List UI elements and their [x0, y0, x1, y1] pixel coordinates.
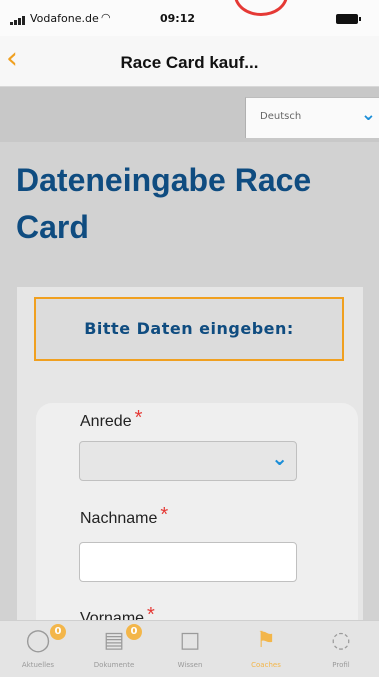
tab-label: Coaches [251, 661, 281, 669]
tab-profil[interactable]: ◌ Profil [303, 621, 379, 677]
page-title: Dateneingabe Race Card [16, 162, 312, 245]
required-mark: * [160, 504, 169, 526]
tab-bar: ◯ 0 Aktuelles ▤ 0 Dokumente □ Wissen ⚑ C… [0, 620, 379, 677]
annotation-circle [234, 0, 288, 16]
tab-badge: 0 [126, 624, 142, 640]
language-selected: Deutsch [260, 111, 302, 122]
required-mark: * [134, 407, 143, 429]
carrier-name: Vodafone.de [30, 12, 99, 25]
language-select[interactable]: Deutsch ⌄ [245, 97, 379, 138]
signal-icon [10, 16, 26, 25]
flag-icon: ⚑ [256, 628, 276, 653]
tab-label: Profil [332, 661, 350, 669]
book-icon: □ [179, 628, 201, 653]
tab-label: Wissen [177, 661, 203, 669]
battery-icon [336, 14, 361, 24]
language-bar: Deutsch ⌄ [0, 87, 379, 142]
tab-coaches[interactable]: ⚑ Coaches [228, 621, 304, 677]
chevron-down-icon: ⌄ [360, 104, 376, 125]
required-mark: * [147, 604, 155, 620]
chevron-down-icon: ⌄ [271, 446, 288, 470]
chat-icon: ◌ [331, 628, 351, 653]
form-card: Bitte Daten eingeben: Anrede * ⌄ Nachname… [17, 287, 363, 620]
form-fields: Anrede * ⌄ Nachname * Vorname * [36, 403, 358, 620]
field-label-vorname: Vorname * [80, 604, 155, 620]
banner-text: Bitte Daten eingeben: [84, 319, 294, 338]
form-banner: Bitte Daten eingeben: [34, 297, 344, 361]
nav-title: Race Card kauf... [120, 53, 259, 72]
anrede-select[interactable]: ⌄ [79, 441, 297, 481]
wifi-icon: ◠ [101, 11, 111, 24]
tab-label: Aktuelles [21, 661, 55, 669]
status-time: 09:12 [160, 12, 196, 25]
field-label-nachname: Nachname * [80, 504, 169, 527]
tab-label: Dokumente [93, 661, 135, 669]
main-content[interactable]: Deutsch ⌄ Dateneingabe Race Card Bitte D… [0, 87, 379, 620]
status-bar: Vodafone.de ◠ 09:12 [0, 0, 379, 36]
navigation-bar: ‹ Race Card kauf... [0, 36, 379, 87]
tab-wissen[interactable]: □ Wissen [152, 621, 228, 677]
field-label-anrede: Anrede * [80, 407, 143, 430]
nachname-input[interactable] [79, 542, 297, 582]
tab-badge: 0 [50, 624, 66, 640]
tab-dokumente[interactable]: ▤ 0 Dokumente [76, 621, 152, 677]
tab-aktuelles[interactable]: ◯ 0 Aktuelles [0, 621, 76, 677]
